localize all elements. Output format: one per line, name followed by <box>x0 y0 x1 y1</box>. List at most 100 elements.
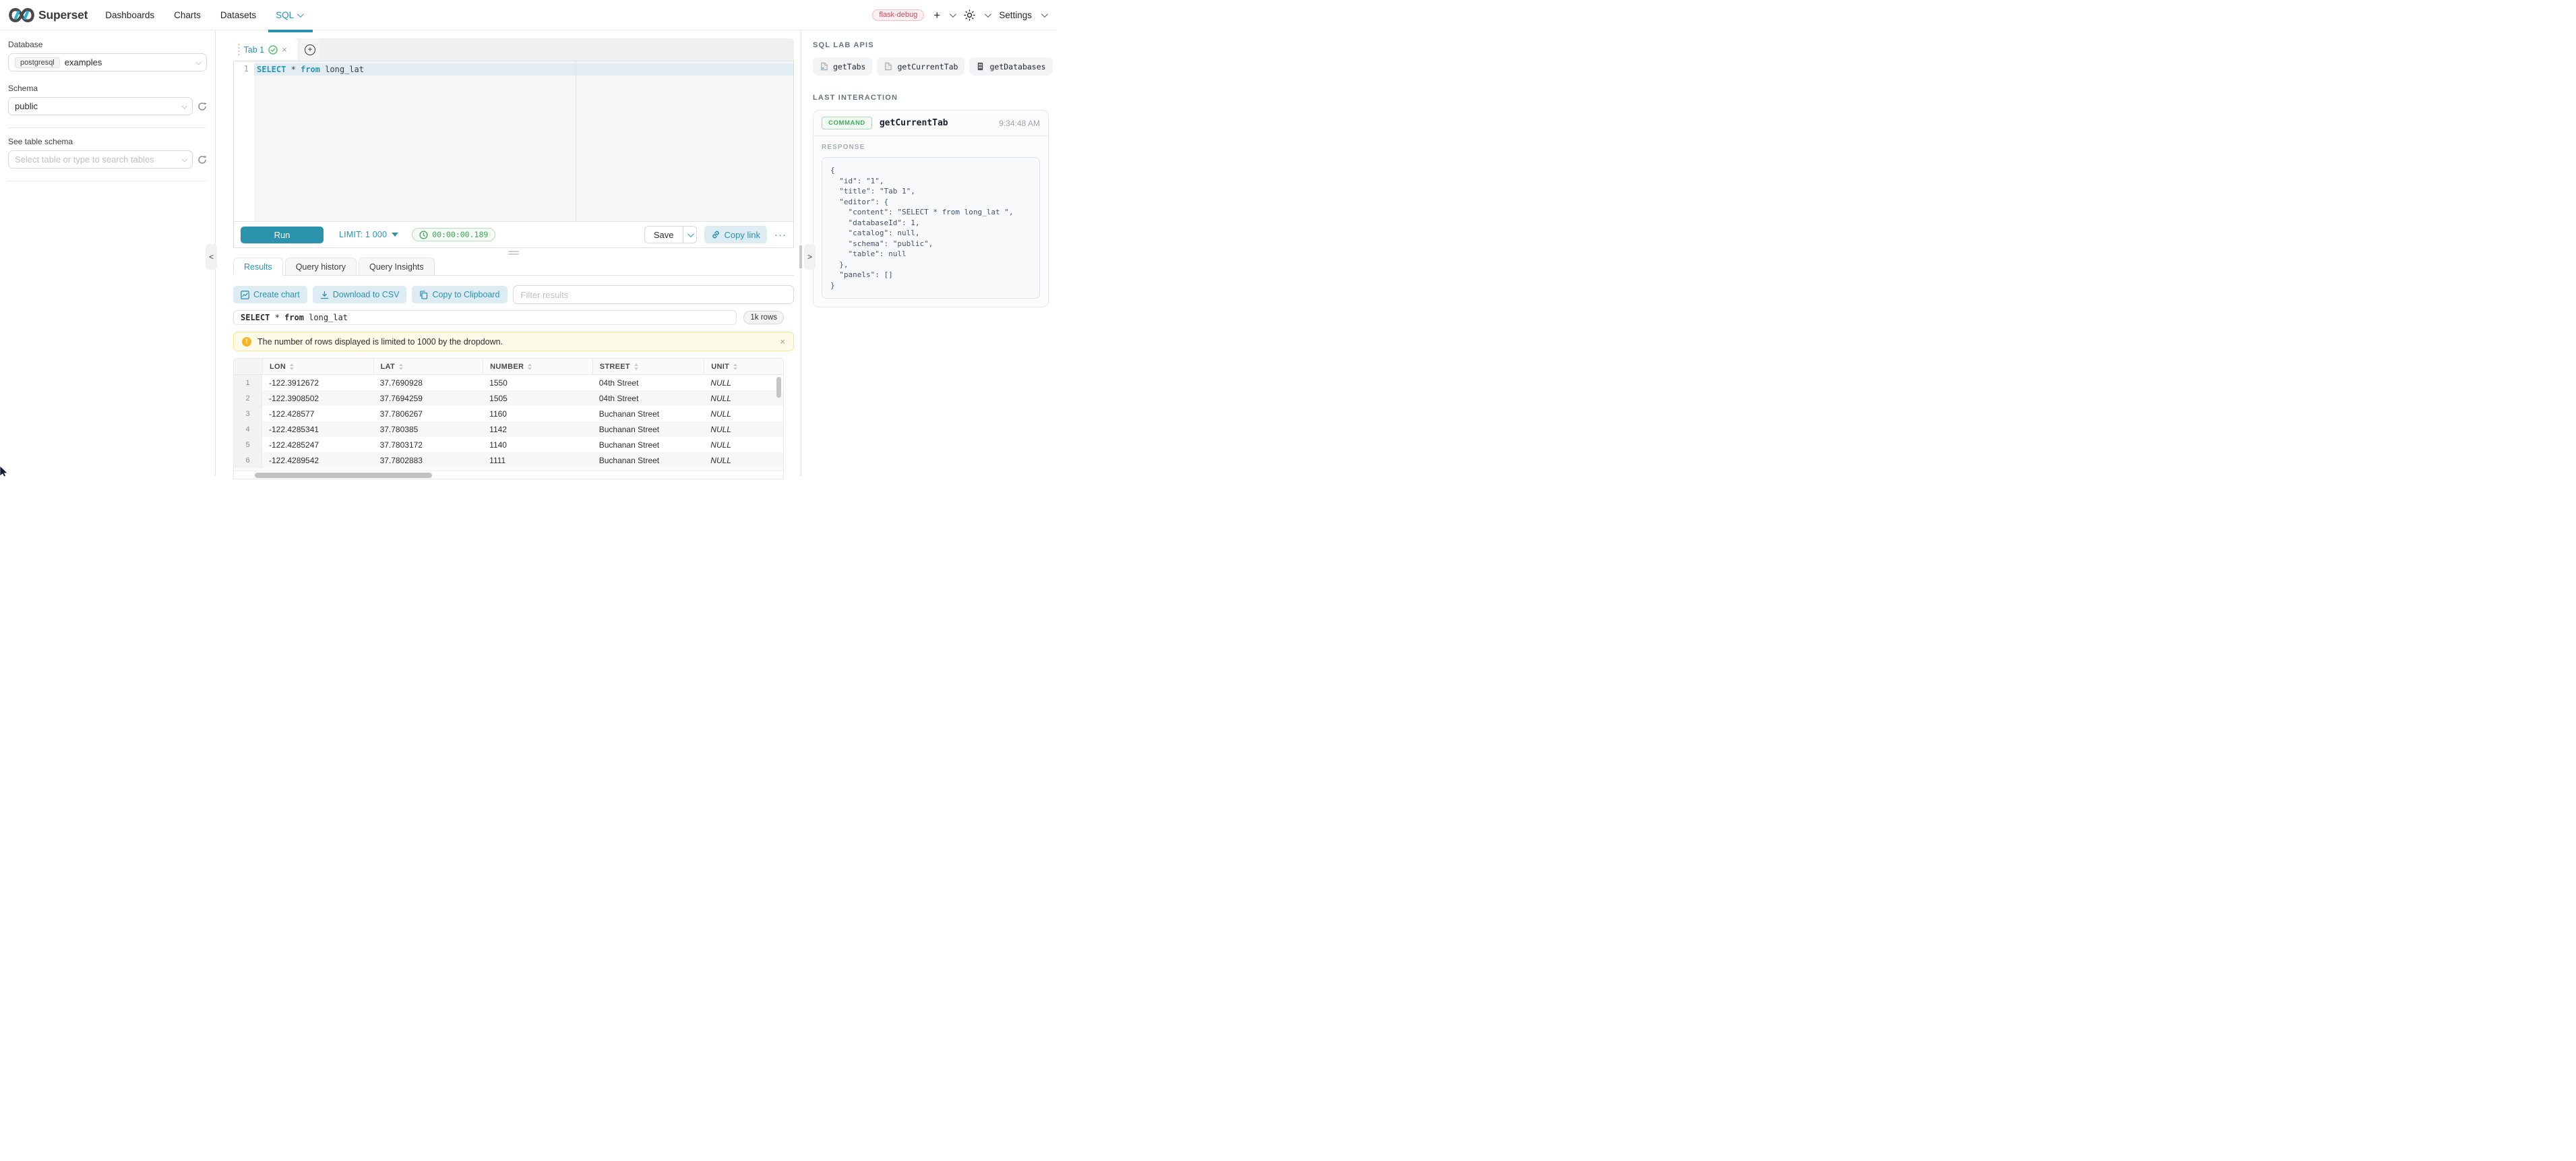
new-tab-button[interactable]: + <box>300 38 320 61</box>
panel-drag-bar[interactable] <box>799 245 802 268</box>
column-header-label: STREET <box>600 363 630 371</box>
horizontal-scrollbar-thumb[interactable] <box>255 473 432 478</box>
table-cell: 37.780385 <box>373 421 483 437</box>
tab-results[interactable]: Results <box>233 258 283 276</box>
copy-icon <box>419 291 428 299</box>
table-cell: 1505 <box>483 390 592 406</box>
table-cell: -122.3912672 <box>262 375 373 390</box>
table-cell: 37.7802883 <box>373 452 483 468</box>
table-schema-label: See table schema <box>8 137 207 146</box>
table-cell: 1140 <box>483 437 592 452</box>
horizontal-scrollbar[interactable] <box>234 471 783 479</box>
collapse-right-panel-button[interactable]: > <box>804 244 816 270</box>
nav-item-dashboards[interactable]: Dashboards <box>105 10 154 20</box>
collapse-left-panel-button[interactable]: < <box>206 244 217 270</box>
tab-query-insights[interactable]: Query Insights <box>359 258 435 276</box>
table-cell: NULL <box>704 452 783 468</box>
results-actions: Create chart Download to CSV Copy to Cli… <box>233 285 794 304</box>
column-header-label: UNIT <box>711 363 729 371</box>
table-select[interactable]: Select table or type to search tables <box>8 150 193 169</box>
save-dropdown-caret[interactable] <box>683 227 696 243</box>
panel-splitter-handle[interactable] <box>508 251 519 255</box>
download-csv-button[interactable]: Download to CSV <box>313 286 407 303</box>
row-number: 6 <box>234 452 262 468</box>
command-name: getCurrentTab <box>880 118 948 128</box>
nav-item-charts[interactable]: Charts <box>174 10 201 20</box>
close-icon[interactable]: × <box>780 336 785 347</box>
getdatabases-button[interactable]: getDatabases <box>969 57 1052 76</box>
nav-item-datasets[interactable]: Datasets <box>220 10 256 20</box>
new-item-plus-icon[interactable]: + <box>933 9 940 21</box>
getcurrenttab-button[interactable]: getCurrentTab <box>877 57 964 76</box>
sort-icon[interactable] <box>634 363 638 370</box>
close-icon[interactable]: × <box>282 45 287 54</box>
table-cell: -122.3908502 <box>262 390 373 406</box>
tab-query-history[interactable]: Query history <box>285 258 357 276</box>
table-cell: 37.7690928 <box>373 375 483 390</box>
nav-item-sql[interactable]: SQL <box>276 10 302 20</box>
database-select[interactable]: postgresql examples <box>8 53 207 71</box>
sort-icon[interactable] <box>290 363 294 370</box>
column-header-number[interactable]: NUMBER <box>483 359 592 374</box>
results-table: LONLATNUMBERSTREETUNIT 1-122.391267237.7… <box>233 358 784 479</box>
table-cell: 1111 <box>483 452 592 468</box>
chevron-down-icon <box>297 11 304 18</box>
line-number: 1 <box>244 64 249 73</box>
chevron-down-icon[interactable] <box>950 11 956 18</box>
editor-tab[interactable]: Tab 1 × <box>233 38 298 61</box>
table-cell: 37.7806267 <box>373 406 483 421</box>
sort-icon[interactable] <box>733 363 737 370</box>
environment-badge: flask-debug <box>872 9 924 21</box>
limit-dropdown[interactable]: LIMIT: 1 000 <box>339 230 398 239</box>
download-icon <box>320 291 329 299</box>
results-table-header: LON LAT NUMBER STREET UNIT <box>234 359 783 375</box>
table-cell: 04th Street <box>592 375 704 390</box>
drag-handle-icon[interactable] <box>238 44 240 56</box>
refresh-icon[interactable] <box>197 155 207 165</box>
sort-icon[interactable] <box>399 363 403 370</box>
navbar: Superset Dashboards Charts Datasets SQL … <box>0 0 1057 30</box>
column-header-lon[interactable]: LON <box>262 359 373 374</box>
last-interaction-title: LAST INTERACTION <box>813 94 1049 102</box>
create-chart-button[interactable]: Create chart <box>233 286 307 303</box>
sqllab-left-sidebar: Database postgresql examples Schema publ… <box>0 30 216 476</box>
table-cell: 04th Street <box>592 390 704 406</box>
column-header-label: LAT <box>381 363 395 371</box>
run-button[interactable]: Run <box>241 227 324 243</box>
vertical-scrollbar-thumb[interactable] <box>776 377 781 398</box>
active-tab-underline <box>268 30 313 32</box>
superset-logo-icon <box>9 7 34 24</box>
copy-clipboard-button[interactable]: Copy to Clipboard <box>412 286 507 303</box>
table-cell: -122.4289542 <box>262 452 373 468</box>
column-header-lat[interactable]: LAT <box>373 359 483 374</box>
schema-select[interactable]: public <box>8 97 193 115</box>
table-row: 4-122.428534137.7803851142Buchanan Stree… <box>234 421 783 437</box>
column-header-street[interactable]: STREET <box>592 359 704 374</box>
superset-brand[interactable]: Superset <box>9 7 88 24</box>
table-cell: 37.7694259 <box>373 390 483 406</box>
theme-sun-icon[interactable] <box>964 9 975 21</box>
sql-code-editor[interactable]: 1 SELECT * from long_lat Run LIMIT: 1 00… <box>233 61 794 248</box>
command-timestamp: 9:34:48 AM <box>999 119 1040 128</box>
tabs-page-icon <box>820 62 828 71</box>
table-cell: Buchanan Street <box>592 437 704 452</box>
editor-tab-title: Tab 1 <box>244 45 265 55</box>
success-check-icon <box>268 45 278 55</box>
nav-items: Dashboards Charts Datasets SQL <box>105 10 302 20</box>
new-tab-plus-icon: + <box>305 44 315 55</box>
table-row: 6-122.428954237.78028831111Buchanan Stre… <box>234 452 783 468</box>
copy-link-button[interactable]: Copy link <box>704 226 767 243</box>
sort-icon[interactable] <box>528 363 532 370</box>
page-icon <box>884 62 892 71</box>
editor-toolbar: Run LIMIT: 1 000 00:00:00.189 Save <box>234 221 793 247</box>
gettabs-button[interactable]: getTabs <box>813 57 872 76</box>
chevron-down-icon[interactable] <box>985 11 991 18</box>
filter-results-input[interactable] <box>513 285 794 304</box>
refresh-icon[interactable] <box>197 102 207 111</box>
row-number: 1 <box>234 375 262 390</box>
settings-menu[interactable]: Settings <box>999 10 1032 20</box>
ellipsis-more-icon[interactable]: ··· <box>774 229 787 241</box>
column-header-unit[interactable]: UNIT <box>704 359 783 374</box>
save-button[interactable]: Save <box>645 227 683 243</box>
query-timer: 00:00:00.189 <box>412 228 495 241</box>
